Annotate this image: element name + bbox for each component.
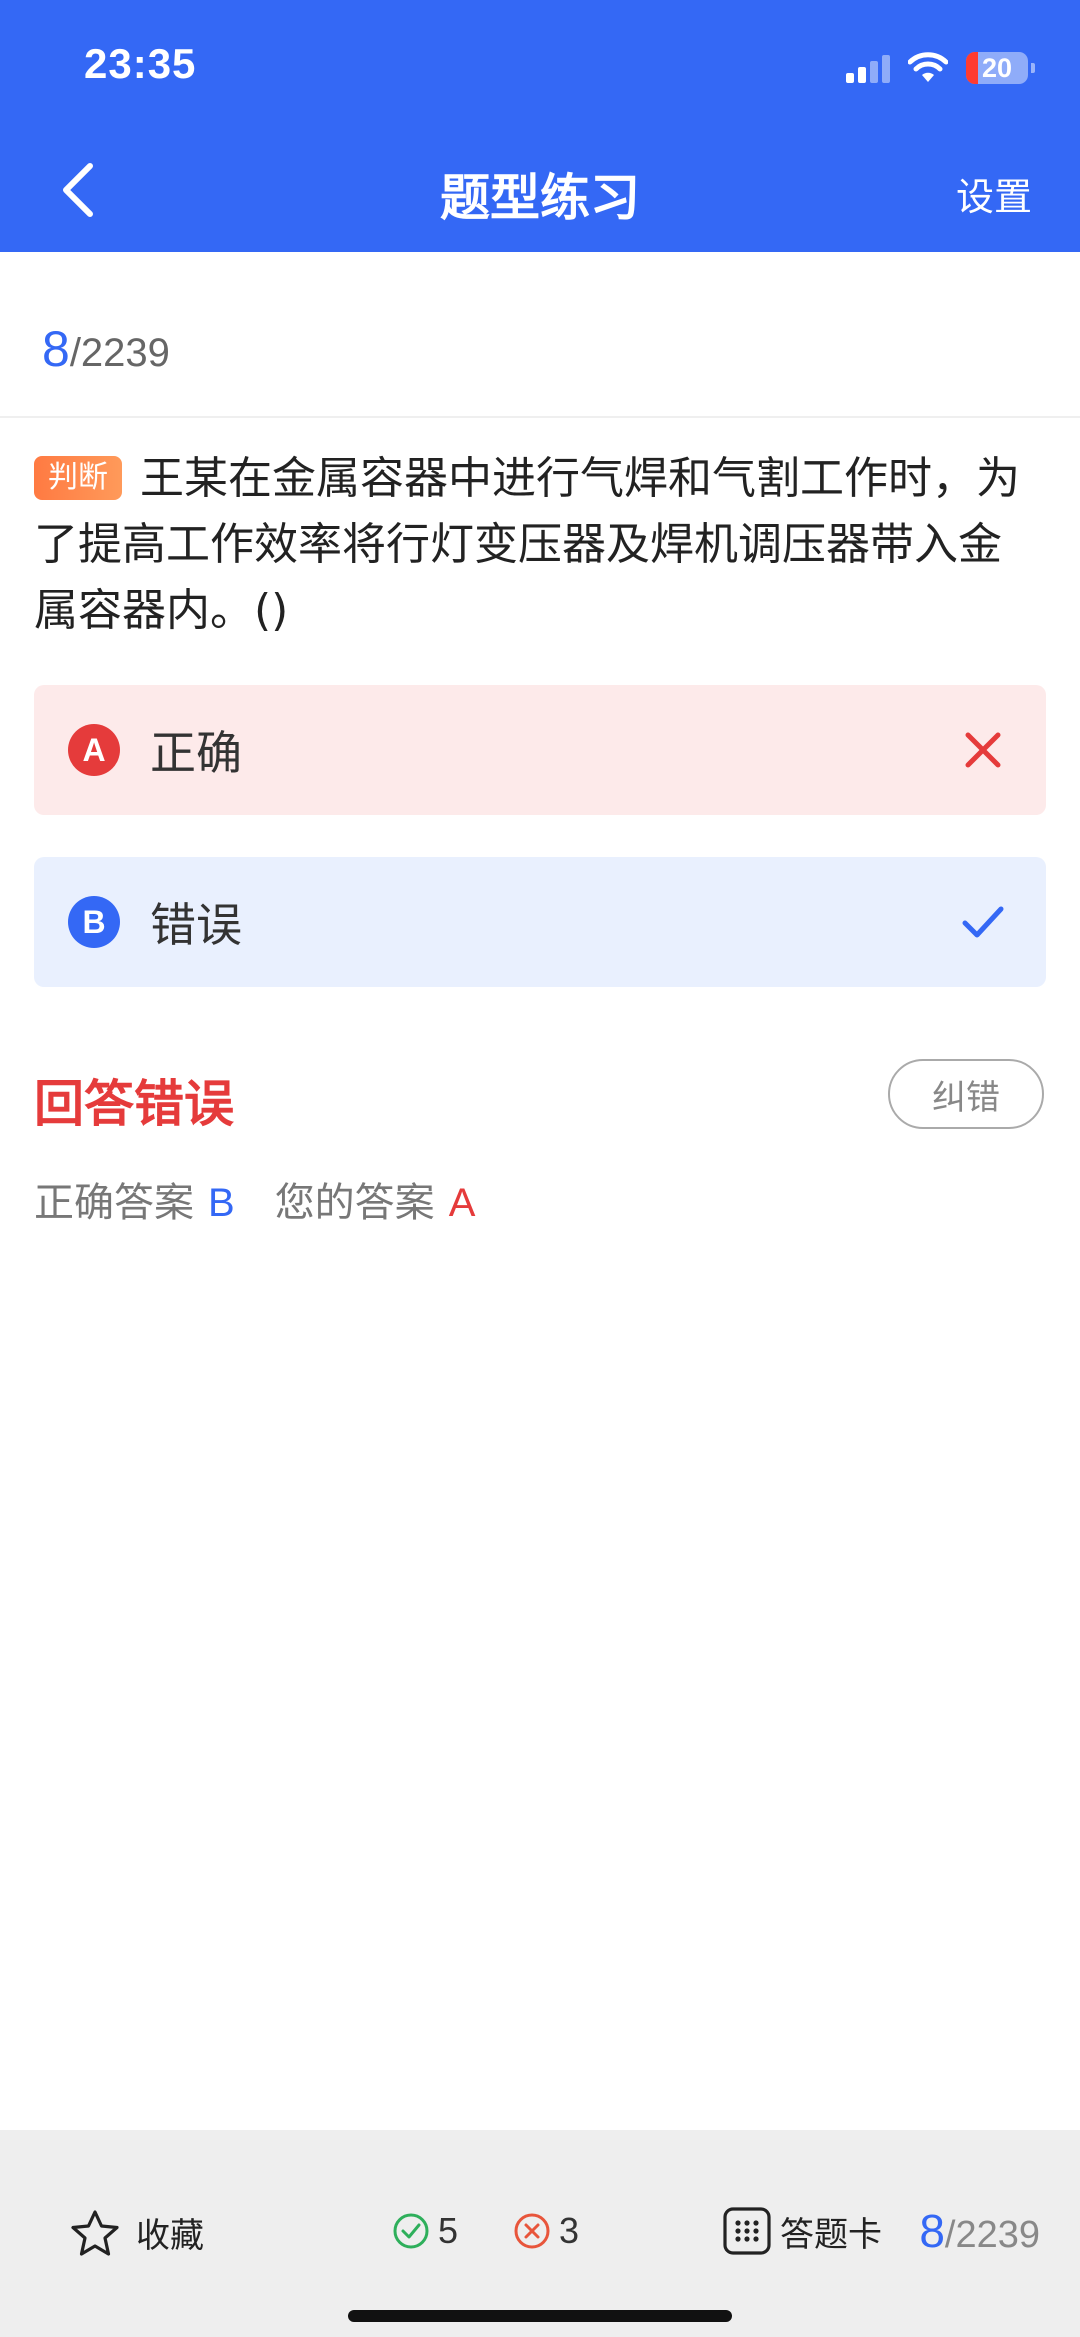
question-counter: 8/2239 [42,320,170,378]
counter-current: 8 [42,321,70,377]
question-block: 判断 王某在金属容器中进行气焊和气割工作时，为了提高工作效率将行灯变压器及焊机调压… [34,446,1044,644]
status-icons: 20 [846,48,1035,88]
correct-answer-label: 正确答案 [34,1180,194,1226]
page-indicator: 8/2239 [919,2204,1040,2258]
question-text: 王某在金属容器中进行气焊和气割工作时，为了提高工作效率将行灯变压器及焊机调压器带… [34,453,1020,636]
battery-level: 20 [981,52,1013,83]
option-a[interactable]: A 正确 [34,685,1046,815]
page-title: 题型练习 [440,169,640,227]
option-a-text: 正确 [150,726,242,780]
status-time: 23:35 [84,40,197,87]
correct-count-value: 5 [438,2210,459,2251]
home-indicator [348,2310,732,2322]
wrong-count-value: 3 [559,2210,580,2251]
favorite-label: 收藏 [136,2216,204,2256]
cross-icon [965,732,1001,768]
check-icon [962,906,1004,938]
option-b-letter: B [68,896,120,948]
result-title: 回答错误 [34,1075,234,1133]
option-b-text: 错误 [150,898,242,952]
grid-icon [723,2207,771,2255]
app-header: 23:35 20 题型练习 设置 [0,0,1080,252]
answer-card-label: 答题卡 [780,2214,882,2255]
check-circle-icon [393,2213,429,2249]
your-answer-label: 您的答案 [274,1180,435,1226]
option-b[interactable]: B 错误 [34,857,1046,987]
correct-answer-value: B [208,1181,235,1225]
bottom-bar: 收藏 5 3 答题卡 8/2239 [0,2130,1080,2337]
report-error-button[interactable]: 纠错 [888,1059,1044,1129]
wifi-icon [908,52,948,82]
page-current: 8 [919,2205,945,2257]
divider [0,416,1080,418]
settings-button[interactable]: 设置 [956,166,1032,221]
question-type-tag: 判断 [34,456,122,500]
counter-total: /2239 [69,331,170,375]
correct-count: 5 [392,2210,458,2252]
page-total: /2239 [944,2214,1040,2256]
answer-card-button[interactable]: 答题卡 [722,2206,882,2256]
favorite-button[interactable]: 收藏 [70,2208,204,2257]
option-a-letter: A [68,724,120,776]
cellular-signal-icon [846,53,890,83]
battery-icon: 20 [966,52,1035,84]
wrong-count: 3 [513,2210,579,2252]
cross-circle-icon [514,2213,550,2249]
answer-summary: 正确答案 B 您的答案 A [34,1170,475,1228]
your-answer-value: A [448,1181,476,1225]
star-icon [71,2209,119,2256]
